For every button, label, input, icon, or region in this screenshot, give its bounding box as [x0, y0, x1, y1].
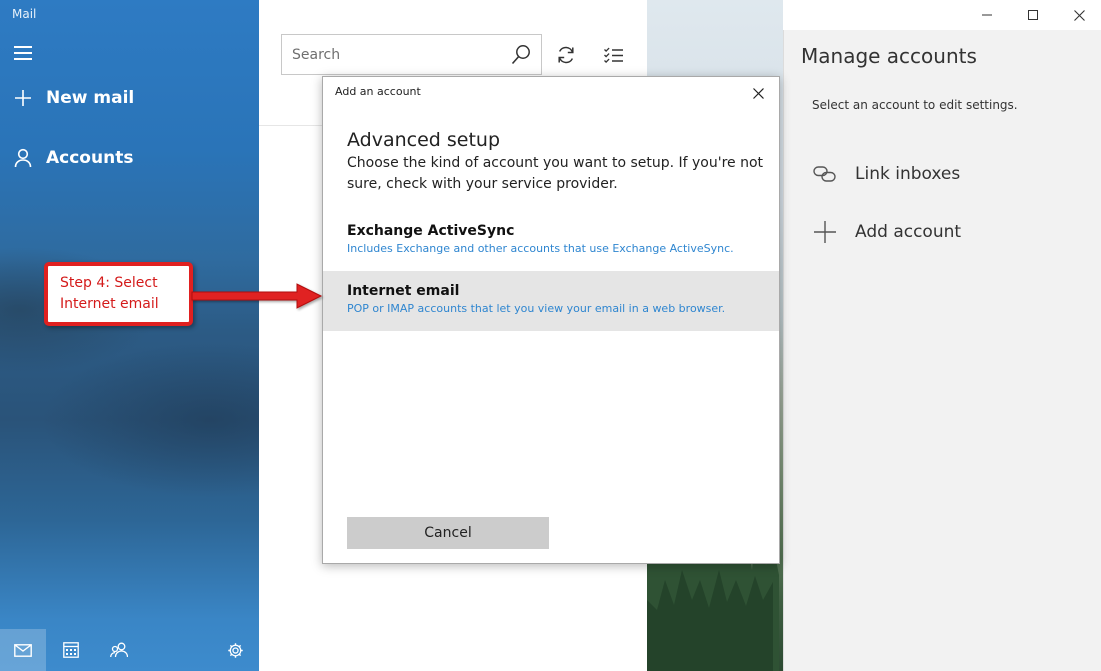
mail-icon — [14, 643, 32, 657]
person-icon — [12, 148, 34, 168]
option-title: Internet email — [347, 283, 460, 299]
plus-icon — [812, 219, 838, 245]
hamburger-menu-icon[interactable] — [14, 46, 32, 60]
navigation-pane: Mail New mail Accounts — [0, 0, 259, 671]
dialog-title: Add an account — [335, 85, 421, 98]
annotation-text-line2: Internet email — [60, 296, 159, 312]
window-close-button[interactable] — [1056, 0, 1101, 30]
cancel-button[interactable]: Cancel — [347, 517, 549, 549]
selection-mode-button[interactable] — [599, 40, 629, 70]
link-inboxes-button[interactable]: Link inboxes — [812, 161, 960, 187]
gear-icon — [227, 642, 243, 658]
option-exchange-activesync[interactable]: Exchange ActiveSync Includes Exchange an… — [323, 211, 779, 271]
search-icon[interactable] — [511, 44, 531, 66]
select-mode-icon — [604, 47, 623, 63]
calendar-icon — [63, 642, 79, 658]
calendar-switch-button[interactable] — [48, 629, 94, 671]
dialog-description: Choose the kind of account you want to s… — [347, 155, 764, 192]
link-icon — [812, 161, 838, 187]
accounts-label: Accounts — [46, 148, 134, 168]
annotation-arrow-icon — [191, 283, 323, 309]
people-icon — [110, 642, 128, 658]
add-account-dialog: Add an account Advanced setup Choose the… — [322, 76, 780, 564]
annotation-callout: Step 4: Select Internet email — [44, 262, 193, 326]
close-icon — [752, 87, 764, 99]
manage-accounts-pane: Manage accounts Select an account to edi… — [783, 30, 1101, 671]
option-description: POP or IMAP accounts that let you view y… — [347, 302, 726, 315]
plus-icon — [12, 89, 34, 107]
people-switch-button[interactable] — [96, 629, 142, 671]
manage-accounts-subtitle: Select an account to edit settings. — [812, 98, 1018, 112]
option-description: Includes Exchange and other accounts tha… — [347, 242, 734, 255]
maximize-button[interactable] — [1010, 0, 1056, 30]
minimize-icon — [982, 14, 992, 16]
sync-button[interactable] — [551, 40, 581, 70]
search-input[interactable] — [282, 35, 502, 74]
minimize-button[interactable] — [964, 0, 1010, 30]
new-mail-label: New mail — [46, 88, 135, 108]
dialog-close-button[interactable] — [746, 81, 770, 105]
option-internet-email[interactable]: Internet email POP or IMAP accounts that… — [323, 271, 779, 331]
link-inboxes-label: Link inboxes — [855, 164, 961, 184]
sync-icon — [558, 46, 574, 64]
manage-accounts-title: Manage accounts — [801, 44, 977, 68]
search-box — [281, 34, 542, 75]
accounts-button[interactable]: Accounts — [12, 148, 133, 168]
new-mail-button[interactable]: New mail — [12, 88, 134, 108]
option-title: Exchange ActiveSync — [347, 223, 515, 239]
close-icon — [1073, 9, 1085, 21]
settings-button[interactable] — [212, 629, 258, 671]
add-account-button[interactable]: Add account — [812, 219, 961, 245]
app-title: Mail — [12, 7, 37, 21]
mail-switch-button[interactable] — [0, 629, 46, 671]
add-account-label: Add account — [855, 222, 962, 242]
dialog-heading: Advanced setup — [347, 129, 501, 151]
bottom-app-bar — [0, 629, 259, 671]
maximize-icon — [1028, 10, 1038, 20]
annotation-text-line1: Step 4: Select — [60, 275, 158, 291]
